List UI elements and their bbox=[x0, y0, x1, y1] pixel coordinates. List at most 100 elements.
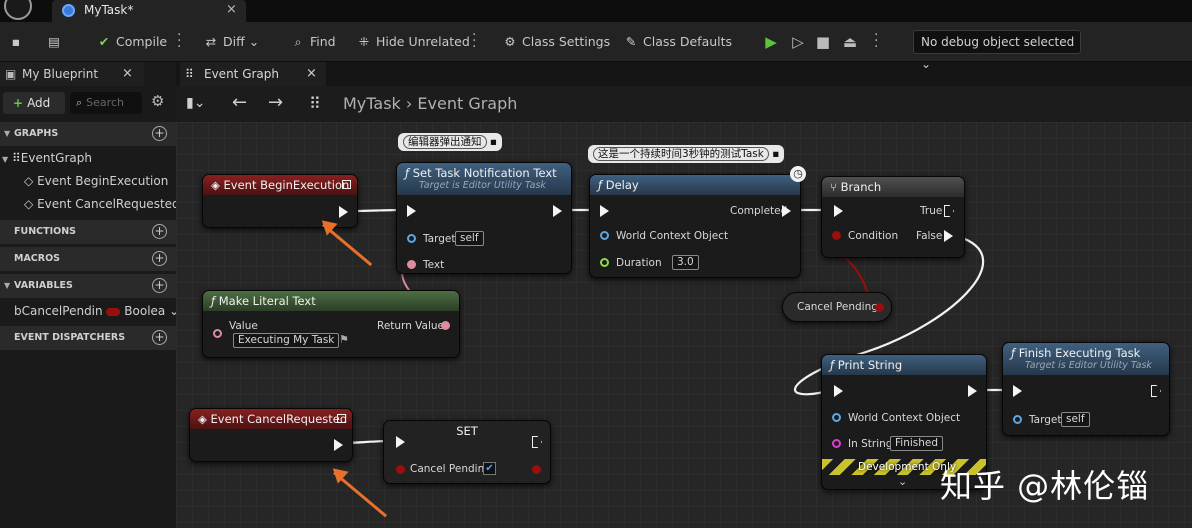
exec-input-pin[interactable] bbox=[407, 205, 416, 217]
exec-input-pin[interactable] bbox=[600, 205, 609, 217]
dispatchers-section[interactable]: EVENT DISPATCHERS + bbox=[0, 326, 176, 350]
close-panel-icon[interactable]: × bbox=[122, 62, 133, 86]
text-output-pin[interactable] bbox=[441, 321, 450, 330]
settings-gear-icon[interactable]: ⚙ bbox=[151, 92, 164, 110]
event-diamond-icon: ◈ bbox=[198, 412, 207, 426]
bool-input-pin[interactable] bbox=[832, 231, 841, 240]
float-input-pin[interactable] bbox=[600, 258, 609, 267]
bool-output-pin[interactable] bbox=[875, 303, 884, 312]
exec-false-pin[interactable] bbox=[944, 230, 953, 242]
target-value-box[interactable]: self bbox=[1061, 412, 1090, 427]
tree-item-cancel-requested[interactable]: ◇ Event CancelRequested bbox=[24, 194, 180, 214]
bool-output-pin[interactable] bbox=[532, 465, 541, 474]
add-variable-icon[interactable]: + bbox=[152, 278, 167, 293]
more-options-icon[interactable]: · · · bbox=[472, 28, 476, 54]
graphs-section[interactable]: ▼ GRAPHS + bbox=[0, 122, 176, 146]
play-options-icon[interactable]: · · · bbox=[874, 28, 878, 54]
class-defaults-button[interactable]: ✎ Class Defaults bbox=[623, 30, 732, 54]
pin-label: Text bbox=[423, 259, 445, 271]
bookmark-icon[interactable]: ▮⌄ bbox=[186, 95, 205, 111]
add-graph-icon[interactable]: + bbox=[152, 126, 167, 141]
in-string-value-box[interactable]: Finished bbox=[890, 436, 944, 451]
breadcrumb-asset[interactable]: MyTask bbox=[343, 94, 401, 113]
duration-value-box[interactable]: 3.0 bbox=[672, 255, 699, 270]
save-button[interactable]: ▪ bbox=[8, 30, 28, 54]
add-function-icon[interactable]: + bbox=[152, 224, 167, 239]
event-graph-tab[interactable]: ⠿ Event Graph × bbox=[180, 62, 326, 86]
search-icon: ⌕ bbox=[76, 96, 83, 109]
make-literal-text-node[interactable]: ƒ Make Literal Text Value Executing My T… bbox=[202, 290, 460, 358]
exec-output-pin[interactable] bbox=[1151, 385, 1161, 397]
search-input[interactable]: ⌕ Search bbox=[70, 92, 142, 114]
macros-section[interactable]: MACROS + bbox=[0, 247, 176, 271]
cancel-pending-checkbox[interactable]: ✔ bbox=[483, 462, 496, 475]
object-input-pin[interactable] bbox=[832, 413, 841, 422]
breadcrumb-separator: › bbox=[405, 94, 413, 113]
object-input-pin[interactable] bbox=[1013, 415, 1022, 424]
play-icon[interactable]: ▶ bbox=[762, 32, 780, 52]
exec-input-pin[interactable] bbox=[1013, 385, 1022, 397]
tree-item-begin-execution[interactable]: ◇ Event BeginExecution bbox=[24, 171, 168, 191]
node-title: Delay bbox=[605, 178, 639, 192]
compile-options-icon[interactable]: · · · bbox=[177, 28, 181, 54]
my-blueprint-tab[interactable]: ▣ My Blueprint × bbox=[0, 62, 144, 86]
node-title: Print String bbox=[837, 358, 903, 372]
event-cancel-requested-node[interactable]: ◈ Event CancelRequested bbox=[189, 408, 353, 462]
class-settings-button[interactable]: ⚙ Class Settings bbox=[502, 30, 610, 54]
event-begin-execution-node[interactable]: ◈ Event BeginExecution bbox=[202, 174, 358, 228]
variables-section[interactable]: ▼ VARIABLES + bbox=[0, 274, 176, 298]
finish-executing-task-node[interactable]: ƒ Finish Executing Task Target is Editor… bbox=[1002, 342, 1170, 436]
tree-item-eventgraph[interactable]: ▼ ⠿EventGraph bbox=[2, 148, 92, 170]
text-input-pin[interactable] bbox=[407, 260, 416, 269]
breadcrumb-graph[interactable]: Event Graph bbox=[417, 94, 517, 113]
delegate-pin-icon[interactable] bbox=[337, 414, 346, 423]
exec-output-pin[interactable] bbox=[553, 205, 562, 217]
eject-icon[interactable]: ⏏ bbox=[841, 32, 859, 52]
comment-bubble[interactable]: 编辑器弹出通知 ▪ bbox=[398, 133, 502, 151]
step-icon[interactable]: ▷ bbox=[789, 32, 807, 52]
functions-section[interactable]: FUNCTIONS + bbox=[0, 220, 176, 244]
exec-input-pin[interactable] bbox=[834, 205, 843, 217]
add-button[interactable]: + Add bbox=[3, 92, 65, 114]
set-task-notification-text-node[interactable]: ƒ Set Task Notification Text Target is E… bbox=[396, 162, 572, 274]
target-value-box[interactable]: self bbox=[455, 231, 484, 246]
exec-input-pin[interactable] bbox=[834, 385, 843, 397]
bool-input-pin[interactable] bbox=[396, 465, 405, 474]
hide-unrelated-button[interactable]: ⁜ Hide Unrelated bbox=[356, 30, 470, 54]
exec-true-pin[interactable] bbox=[944, 205, 954, 217]
add-dispatcher-icon[interactable]: + bbox=[152, 330, 167, 345]
debug-object-select[interactable]: No debug object selected ⌄ bbox=[913, 30, 1081, 71]
diff-button[interactable]: ⇄ Diff ⌄ bbox=[203, 30, 259, 54]
close-tab-icon[interactable]: × bbox=[226, 0, 237, 20]
exec-output-pin[interactable] bbox=[334, 439, 343, 451]
localization-flag-icon[interactable]: ⚑ bbox=[339, 333, 349, 346]
node-header: ƒ Make Literal Text bbox=[203, 291, 459, 311]
find-button[interactable]: ⌕ Find bbox=[290, 30, 335, 54]
exec-output-pin[interactable] bbox=[782, 205, 791, 217]
object-input-pin[interactable] bbox=[600, 231, 609, 240]
unreal-logo-icon[interactable] bbox=[4, 0, 32, 20]
text-input-pin[interactable] bbox=[213, 329, 222, 338]
forward-arrow-icon[interactable]: → bbox=[268, 92, 283, 113]
cancel-pending-getter-node[interactable]: Cancel Pending bbox=[782, 292, 892, 322]
literal-value-box[interactable]: Executing My Task bbox=[233, 333, 340, 348]
browse-button[interactable]: ▤ bbox=[46, 30, 66, 54]
object-input-pin[interactable] bbox=[407, 234, 416, 243]
branch-node[interactable]: ⑂ Branch True Condition False bbox=[821, 176, 965, 258]
exec-output-pin[interactable] bbox=[968, 385, 977, 397]
document-tab[interactable]: MyTask* × bbox=[52, 0, 246, 22]
string-input-pin[interactable] bbox=[832, 439, 841, 448]
back-arrow-icon[interactable]: ← bbox=[232, 92, 247, 113]
comment-bubble[interactable]: 这是一个持续时间3秒钟的测试Task ▪ bbox=[588, 145, 785, 163]
delay-node[interactable]: ƒ Delay Completed World Context Object D… bbox=[589, 174, 801, 278]
variable-item[interactable]: bCancelPendin Boolea ⌄ bbox=[14, 301, 179, 321]
delegate-pin-icon[interactable] bbox=[342, 180, 351, 189]
exec-input-pin[interactable] bbox=[396, 436, 405, 448]
stop-icon[interactable]: ■ bbox=[814, 32, 832, 52]
compile-button[interactable]: ✔ Compile bbox=[96, 30, 167, 54]
close-graph-tab-icon[interactable]: × bbox=[306, 62, 317, 86]
expand-chevron-icon[interactable]: ⌄ bbox=[898, 475, 907, 488]
exec-output-pin[interactable] bbox=[339, 206, 348, 218]
add-macro-icon[interactable]: + bbox=[152, 251, 167, 266]
set-cancel-pending-node[interactable]: SET Cancel Pending ✔ bbox=[383, 420, 551, 484]
